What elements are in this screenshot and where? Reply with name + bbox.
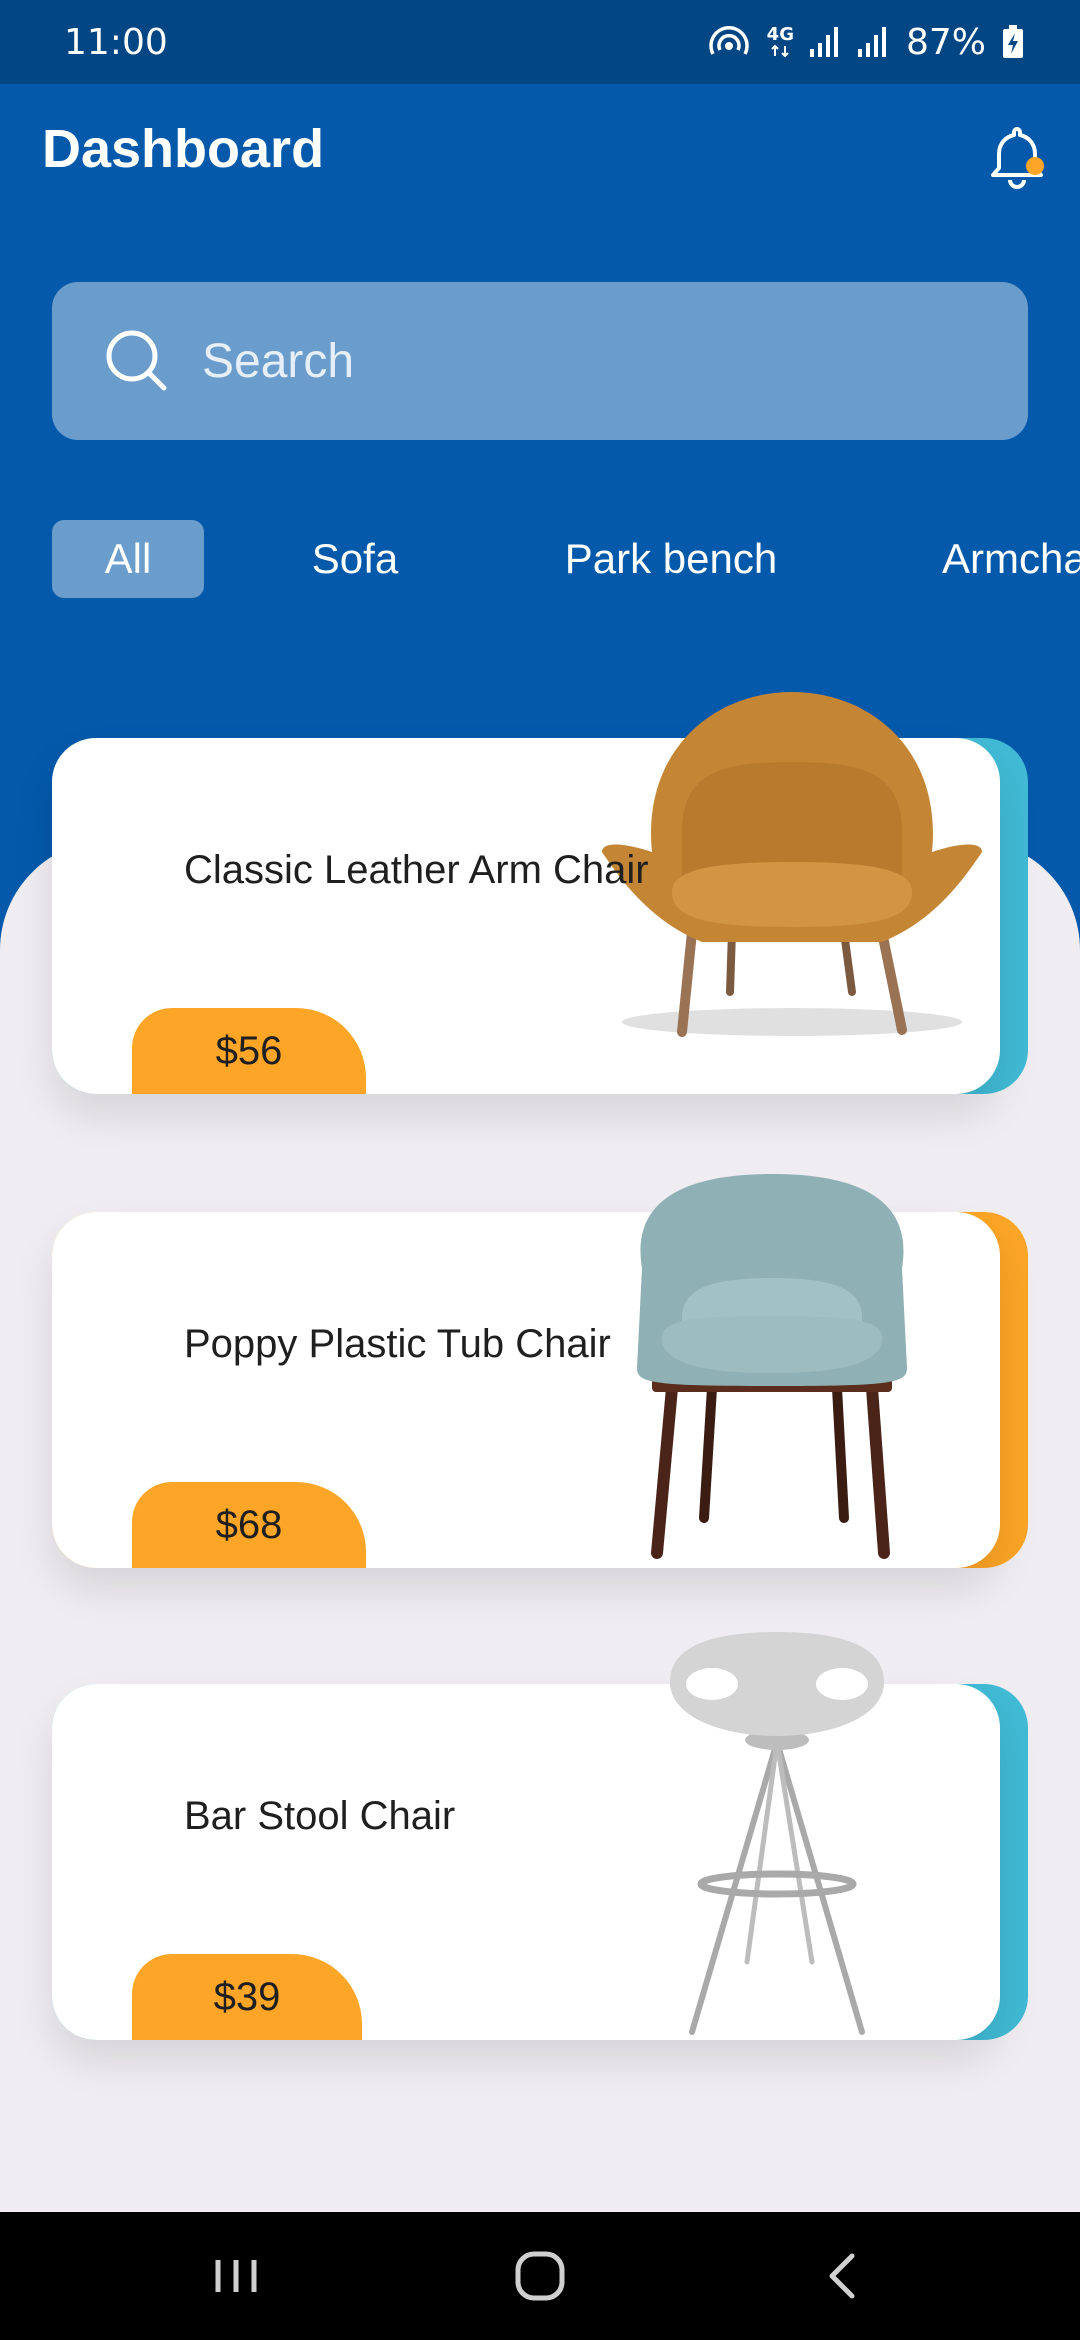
category-tab-label: Armchair: [942, 535, 1080, 582]
price-tag: $56: [132, 1008, 366, 1094]
category-tab-armchair[interactable]: Armchair: [942, 520, 1080, 598]
bell-icon: [991, 127, 1044, 189]
product-card[interactable]: Classic Leather Arm Chair $56: [52, 692, 1028, 1094]
product-title: Bar Stool Chair: [184, 1794, 456, 1838]
price-tag: $39: [132, 1954, 362, 2040]
product-card[interactable]: Poppy Plastic Tub Chair $68: [52, 1174, 1028, 1568]
category-tab-all[interactable]: All: [52, 520, 204, 598]
notification-dot: [1026, 157, 1044, 175]
status-bar: 11:00 4G 87%: [0, 0, 1080, 84]
category-tab-label: Sofa: [311, 535, 399, 582]
system-nav-bar: [0, 2212, 1080, 2340]
product-title: Poppy Plastic Tub Chair: [184, 1322, 611, 1366]
battery-charging-icon: [1002, 25, 1024, 59]
signal-icon: [809, 27, 842, 57]
search-bar[interactable]: [52, 282, 1028, 440]
notification-button[interactable]: [990, 126, 1044, 190]
hotspot-icon: [707, 24, 751, 60]
price-tag: $68: [132, 1482, 366, 1568]
network-4g-icon: 4G: [767, 26, 794, 58]
back-icon[interactable]: [814, 2246, 874, 2306]
search-icon: [106, 330, 167, 391]
status-time: 11:00: [64, 21, 168, 63]
product-title: Classic Leather Arm Chair: [184, 848, 649, 892]
battery-percent: 87%: [905, 21, 986, 63]
product-card[interactable]: Bar Stool Chair $39: [52, 1632, 1028, 2040]
home-icon[interactable]: [510, 2246, 570, 2306]
page-title: Dashboard: [42, 119, 325, 179]
tub-chair-image: [637, 1174, 907, 1559]
bar-stool-image: [670, 1632, 884, 2035]
category-tab-label: All: [104, 535, 152, 582]
search-input[interactable]: [200, 332, 984, 390]
recent-apps-icon[interactable]: [206, 2246, 266, 2306]
signal-icon: [857, 27, 890, 57]
category-tab-park-bench[interactable]: Park bench: [556, 520, 786, 598]
category-tab-sofa[interactable]: Sofa: [290, 520, 420, 598]
category-tab-label: Park bench: [564, 535, 778, 582]
